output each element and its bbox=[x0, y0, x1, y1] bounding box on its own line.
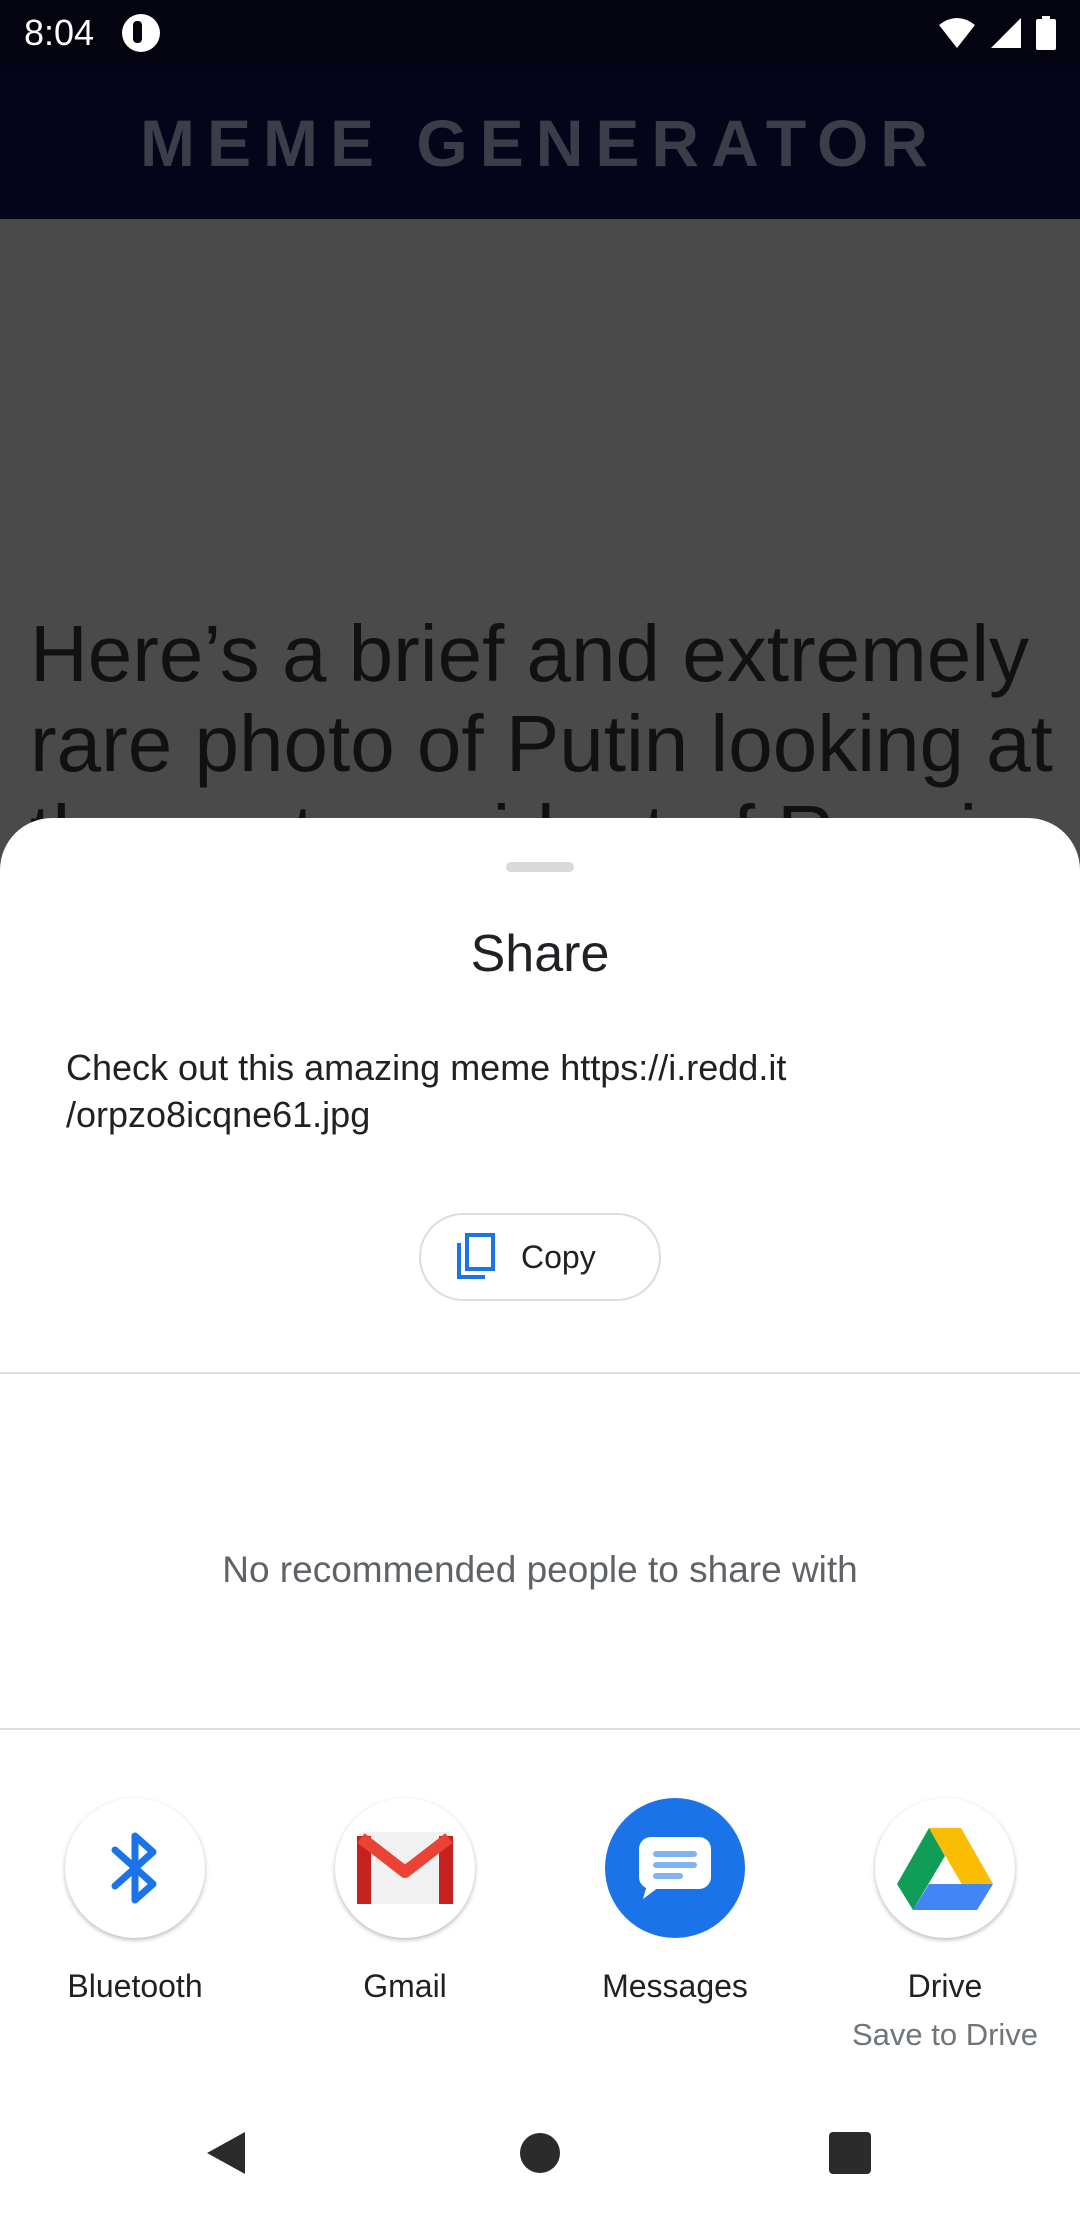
share-text-line-1: Check out this amazing meme https://i.re… bbox=[66, 1047, 787, 1088]
drag-handle[interactable] bbox=[506, 862, 574, 872]
share-target-messages[interactable]: Messages bbox=[540, 1798, 810, 2005]
screen: 8:04 MEME GENERATOR Here’s a brief and e… bbox=[0, 0, 1080, 2220]
divider bbox=[0, 1728, 1080, 1730]
share-text-line-2: /orpzo8icqne61.jpg bbox=[66, 1094, 371, 1135]
no-recommendations-message: No recommended people to share with bbox=[222, 1549, 858, 1590]
home-icon[interactable] bbox=[519, 2132, 561, 2174]
status-bar: 8:04 bbox=[0, 0, 1080, 66]
status-icons bbox=[938, 16, 1056, 50]
app-title: MEME GENERATOR bbox=[140, 105, 940, 180]
share-targets: Bluetooth Gmail Messages Drive Save to D… bbox=[0, 1798, 1080, 2058]
back-icon[interactable] bbox=[205, 2130, 247, 2176]
share-target-label: Gmail bbox=[363, 1968, 447, 2004]
drive-icon bbox=[875, 1798, 1015, 1938]
notification-app-icon bbox=[122, 14, 161, 52]
status-time: 8:04 bbox=[24, 12, 95, 53]
recents-icon[interactable] bbox=[829, 2132, 871, 2174]
sheet-title: Share bbox=[470, 925, 610, 983]
messages-icon bbox=[605, 1798, 745, 1938]
copy-icon bbox=[457, 1233, 495, 1279]
meme-preview: Here’s a brief and extremely rare photo … bbox=[0, 219, 1080, 869]
bluetooth-icon bbox=[65, 1798, 205, 1938]
share-target-gmail[interactable]: Gmail bbox=[270, 1798, 540, 2005]
share-target-label: Bluetooth bbox=[67, 1968, 203, 2004]
battery-icon bbox=[1036, 16, 1056, 50]
app-bar: MEME GENERATOR bbox=[0, 66, 1080, 219]
wifi-icon bbox=[939, 18, 975, 48]
signal-icon bbox=[991, 18, 1021, 48]
copy-label: Copy bbox=[521, 1238, 596, 1275]
share-target-label: Messages bbox=[602, 1968, 748, 2004]
share-target-bluetooth[interactable]: Bluetooth bbox=[0, 1798, 270, 2005]
share-text-preview: Check out this amazing meme https://i.re… bbox=[66, 1044, 966, 1138]
gmail-icon bbox=[335, 1798, 475, 1938]
share-sheet: Share Check out this amazing meme https:… bbox=[0, 818, 1080, 2220]
navigation-bar bbox=[0, 2110, 1080, 2200]
share-target-label: Drive bbox=[907, 1968, 983, 2004]
divider bbox=[0, 1372, 1080, 1374]
share-target-drive[interactable]: Drive Save to Drive bbox=[810, 1798, 1080, 2053]
copy-button[interactable]: Copy bbox=[419, 1213, 661, 1301]
share-target-sublabel: Save to Drive bbox=[851, 2017, 1039, 2052]
